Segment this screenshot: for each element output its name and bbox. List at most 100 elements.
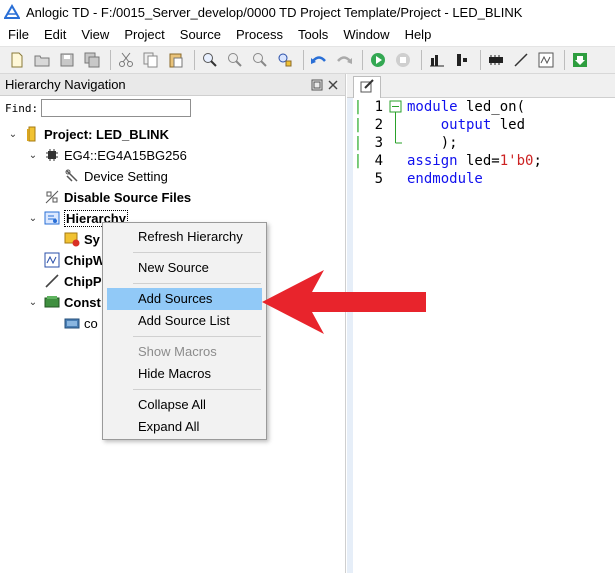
code-text: assign led=1'b0; (407, 153, 542, 169)
tree-item-label: co (84, 315, 98, 331)
tree-item-device[interactable]: ⌄ EG4::EG4A15BG256 (26, 145, 187, 165)
chip-icon[interactable] (485, 49, 507, 71)
tree-item-label: Const (64, 294, 101, 310)
step-icon[interactable] (451, 49, 473, 71)
find-row: Find: (0, 96, 345, 120)
zoom-fit-icon[interactable] (224, 49, 246, 71)
window-title: Anlogic TD - F:/0015_Server_develop/0000… (26, 4, 523, 20)
code-text: ); (407, 135, 458, 151)
line-number: 5 (374, 171, 383, 187)
download-icon[interactable] (569, 49, 591, 71)
toolbar-separator (303, 50, 304, 70)
find-input[interactable] (41, 99, 192, 117)
menu-item-expand-all[interactable]: Expand All (107, 416, 262, 438)
chevron-down-icon[interactable]: ⌄ (26, 297, 40, 308)
menu-help[interactable]: Help (397, 24, 439, 46)
toolbar-separator (421, 50, 422, 70)
line-number: 2 (374, 117, 383, 133)
menu-item-refresh-hierarchy[interactable]: Refresh Hierarchy (107, 226, 262, 248)
open-folder-icon[interactable] (31, 49, 53, 71)
toolbar-separator (110, 50, 111, 70)
menu-item-hide-macros[interactable]: Hide Macros (107, 363, 262, 385)
find-label: Find: (5, 101, 39, 115)
chevron-down-icon[interactable]: ⌄ (26, 150, 40, 161)
toolbar-separator (194, 50, 195, 70)
menu-item-add-sources[interactable]: Add Sources (107, 288, 262, 310)
find-icon[interactable] (274, 49, 296, 71)
code-line: | 3 ); (347, 134, 458, 152)
change-marker: | (353, 117, 363, 133)
panel-header: Hierarchy Navigation (0, 74, 345, 96)
chipprobe-icon (44, 273, 60, 289)
menu-bar: File Edit View Project Source Process To… (0, 24, 615, 46)
chevron-down-icon[interactable]: ⌄ (26, 213, 40, 224)
line-number: 4 (374, 153, 383, 169)
new-file-icon[interactable] (6, 49, 28, 71)
warning-module-icon (64, 231, 80, 247)
tree-item-device-setting[interactable]: Device Setting (64, 166, 168, 186)
menu-source[interactable]: Source (172, 24, 228, 46)
line-number: 3 (374, 135, 383, 151)
save-icon[interactable] (56, 49, 78, 71)
bar-chart-icon[interactable] (426, 49, 448, 71)
fold-toggle-icon[interactable] (388, 98, 404, 116)
stop-icon[interactable] (392, 49, 414, 71)
code-keyword: module (407, 99, 458, 115)
tree-item-constraint-file[interactable]: co (64, 313, 98, 333)
code-keyword: output (440, 117, 492, 133)
zoom-out-icon[interactable] (249, 49, 271, 71)
edit-pencil-icon (359, 78, 375, 97)
undo-icon[interactable] (308, 49, 330, 71)
code-literal: 1'b0 (499, 153, 534, 169)
paste-icon[interactable] (165, 49, 187, 71)
menu-tools[interactable]: Tools (290, 24, 335, 46)
zoom-in-icon[interactable] (199, 49, 221, 71)
menu-item-new-source[interactable]: New Source (107, 257, 262, 279)
code-line: | 2 output led (347, 116, 525, 134)
tree-item-chipwatcher[interactable]: ChipW (44, 250, 105, 270)
tree-item-disable-source[interactable]: Disable Source Files (44, 187, 191, 207)
menu-view[interactable]: View (73, 24, 116, 46)
tree-item-project[interactable]: ⌄ Project: LED_BLINK (6, 124, 169, 144)
code-token: led (491, 117, 526, 133)
tree-item-module[interactable]: Sy (64, 229, 100, 249)
code-token: ; (533, 153, 542, 169)
run-icon[interactable] (367, 49, 389, 71)
chevron-down-icon[interactable]: ⌄ (6, 129, 20, 140)
code-text: endmodule (407, 171, 483, 187)
copy-icon[interactable] (140, 49, 162, 71)
disable-icon (44, 189, 60, 205)
tree-item-label: Device Setting (84, 168, 168, 184)
line-number: 1 (374, 99, 383, 115)
tree-item-label: EG4::EG4A15BG256 (64, 147, 187, 163)
constraint-file-icon (64, 315, 80, 331)
tree-item-label: Disable Source Files (64, 189, 192, 205)
waveform-icon[interactable] (510, 49, 532, 71)
redo-icon[interactable] (333, 49, 355, 71)
float-panel-icon[interactable] (311, 79, 323, 91)
title-bar: Anlogic TD - F:/0015_Server_develop/0000… (0, 0, 615, 24)
cut-icon[interactable] (115, 49, 137, 71)
code-text: output led (407, 117, 525, 133)
menu-window[interactable]: Window (335, 24, 396, 46)
save-all-icon[interactable] (81, 49, 103, 71)
menu-item-collapse-all[interactable]: Collapse All (107, 394, 262, 416)
fold-guide (388, 152, 404, 170)
menu-edit[interactable]: Edit (36, 24, 73, 46)
close-panel-icon[interactable] (327, 79, 339, 91)
menu-file[interactable]: File (0, 24, 36, 46)
code-line: | 4 assign led=1'b0; (347, 152, 542, 170)
menu-item-add-source-list[interactable]: Add Source List (107, 310, 262, 332)
chipwatcher-icon[interactable] (535, 49, 557, 71)
setting-icon (64, 168, 80, 184)
editor-tab[interactable] (353, 76, 381, 98)
tree-item-constraints[interactable]: ⌄ Const (26, 292, 101, 312)
annotation-arrow (262, 270, 426, 334)
tree-item-chipprobe[interactable]: ChipP (44, 271, 102, 291)
fold-guide (388, 170, 404, 188)
menu-separator (133, 336, 261, 337)
menu-process[interactable]: Process (228, 24, 290, 46)
code-token: led= (457, 153, 500, 169)
menu-project[interactable]: Project (116, 24, 171, 46)
